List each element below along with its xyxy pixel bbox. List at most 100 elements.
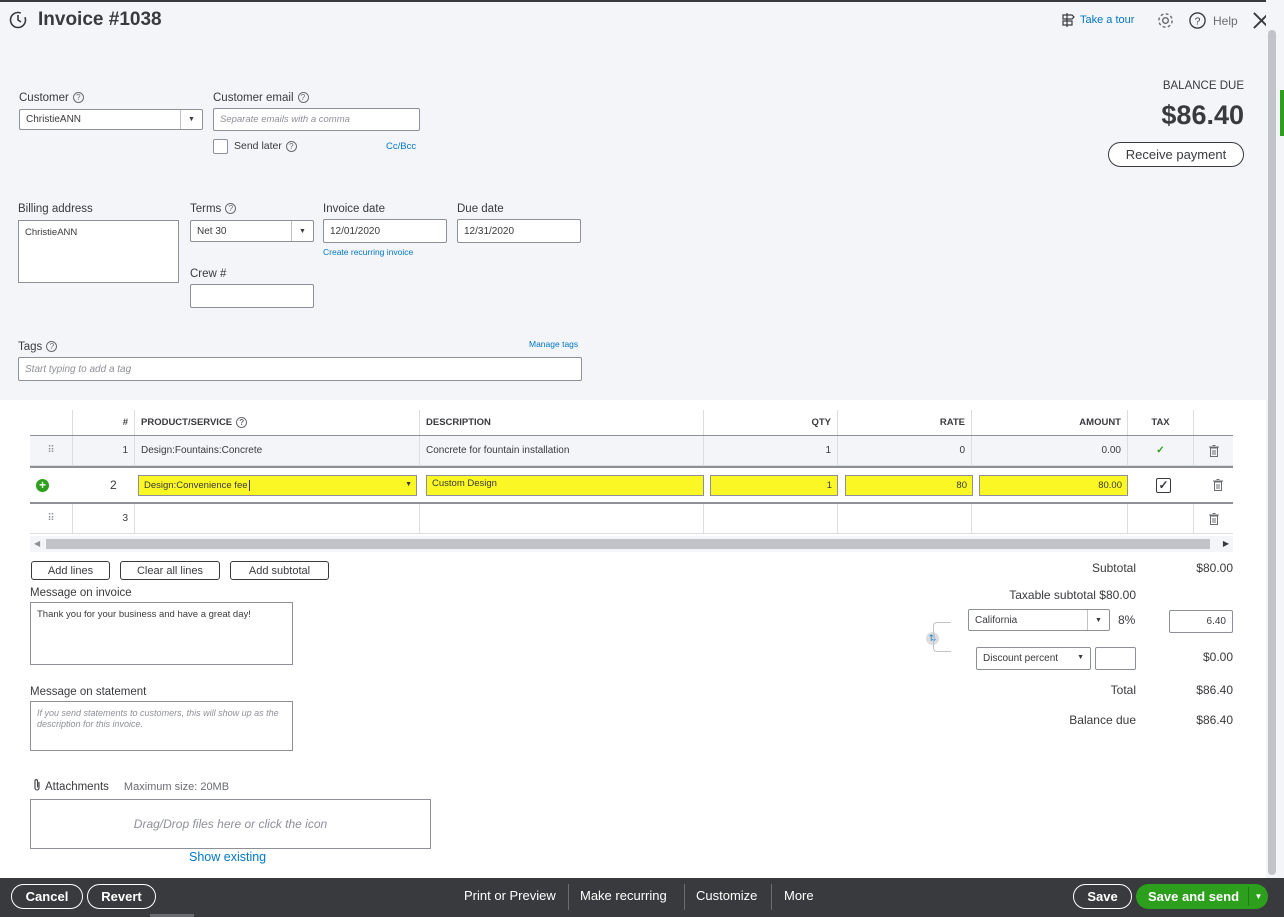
add-lines-button[interactable]: Add lines	[31, 561, 110, 580]
billing-address-label: Billing address	[18, 203, 93, 215]
discount-value-input[interactable]	[1095, 647, 1136, 670]
chevron-down-icon[interactable]: ▼	[291, 221, 313, 241]
drag-handle-icon[interactable]: ⠿	[30, 504, 73, 533]
save-and-send-label: Save and send	[1148, 889, 1240, 904]
message-invoice-label: Message on invoice	[30, 587, 132, 599]
receive-payment-button[interactable]: Receive payment	[1108, 142, 1244, 167]
tax-cell[interactable]	[1128, 504, 1194, 533]
tax-checkbox[interactable]: ✓	[1156, 478, 1171, 493]
clear-all-lines-button[interactable]: Clear all lines	[120, 561, 220, 580]
rate-col-header: RATE	[838, 410, 972, 435]
row-number: 2	[110, 478, 117, 492]
customize-button[interactable]: Customize	[696, 888, 757, 903]
footer-divider	[684, 884, 685, 910]
rate-cell[interactable]	[838, 504, 972, 533]
tax-col-header: TAX	[1128, 410, 1194, 435]
table-scrollbar-thumb[interactable]	[46, 539, 1210, 549]
description-input[interactable]: Custom Design	[426, 475, 704, 496]
terms-label: Terms?	[190, 203, 237, 215]
message-invoice-input[interactable]: Thank you for your business and have a g…	[30, 602, 293, 665]
description-cell[interactable]	[420, 504, 704, 533]
billing-address-input[interactable]: ChristieANN	[18, 220, 179, 283]
qty-cell[interactable]	[704, 504, 838, 533]
scrollbar-thumb[interactable]	[1268, 30, 1276, 875]
tax-rate: 8%	[1118, 613, 1136, 627]
add-subtotal-button[interactable]: Add subtotal	[230, 561, 329, 580]
amount-col-header: AMOUNT	[972, 410, 1128, 435]
product-cell[interactable]: Design:Fountains:Concrete	[135, 436, 420, 465]
table-header-row: # PRODUCT/SERVICE? DESCRIPTION QTY RATE …	[30, 410, 1233, 436]
trash-icon[interactable]	[1213, 479, 1223, 494]
description-col-header: DESCRIPTION	[420, 410, 704, 435]
attachments-max-size: Maximum size: 20MB	[123, 780, 230, 793]
manage-tags-link[interactable]: Manage tags	[529, 339, 578, 349]
discount-amount: $0.00	[1202, 650, 1233, 664]
chevron-down-icon[interactable]: ▼	[1087, 610, 1109, 630]
chevron-down-icon[interactable]: ▼	[180, 110, 202, 129]
trash-icon[interactable]	[1194, 436, 1233, 465]
create-recurring-link[interactable]: Create recurring invoice	[323, 247, 413, 257]
take-tour-link[interactable]: Take a tour	[1060, 12, 1134, 28]
taxable-subtotal: Taxable subtotal $80.00	[1009, 588, 1136, 602]
page-scrollbar[interactable]	[1266, 0, 1284, 878]
table-row[interactable]: ⠿ 1 Design:Fountains:Concrete Concrete f…	[30, 436, 1233, 466]
chevron-down-icon[interactable]: ▼	[1248, 887, 1268, 906]
chevron-down-icon[interactable]: ▼	[405, 481, 412, 488]
tax-region-select[interactable]: California ▼	[968, 609, 1110, 631]
save-button[interactable]: Save	[1073, 884, 1132, 909]
table-row[interactable]: + 2 Design:Convenience fee ▼ Custom Desi…	[30, 466, 1233, 504]
cancel-button[interactable]: Cancel	[11, 884, 83, 909]
show-existing-link[interactable]: Show existing	[189, 850, 266, 864]
take-tour-label: Take a tour	[1080, 14, 1135, 26]
message-statement-input[interactable]: If you send statements to customers, thi…	[30, 701, 293, 751]
send-later-checkbox[interactable]	[213, 139, 228, 154]
discount-type-select[interactable]: Discount percent ▼	[976, 647, 1091, 670]
drag-handle-icon[interactable]: ⠿	[30, 436, 73, 465]
product-col-header: PRODUCT/SERVICE?	[135, 410, 420, 435]
terms-select[interactable]: Net 30 ▼	[190, 220, 314, 242]
attachments-dropzone[interactable]: Drag/Drop files here or click the icon	[30, 799, 431, 849]
invoice-date-input[interactable]: 12/01/2020	[323, 219, 447, 243]
rate-cell[interactable]: 0	[838, 436, 972, 465]
make-recurring-button[interactable]: Make recurring	[580, 888, 667, 903]
tags-input[interactable]: Start typing to add a tag	[18, 357, 582, 381]
tax-amount-input[interactable]: 6.40	[1169, 610, 1233, 633]
scroll-right-icon[interactable]: ▶	[1223, 539, 1229, 548]
more-button[interactable]: More	[784, 888, 814, 903]
footer-divider	[568, 884, 569, 910]
crew-input[interactable]	[190, 284, 314, 308]
amount-input[interactable]: 80.00	[979, 475, 1128, 496]
chevron-down-icon[interactable]: ▼	[1077, 654, 1084, 661]
table-scrollbar[interactable]: ◀ ▶	[30, 536, 1233, 552]
help-button[interactable]: ? Help	[1188, 11, 1238, 30]
gear-icon[interactable]	[1156, 11, 1175, 33]
cc-bcc-link[interactable]: Cc/Bcc	[386, 141, 416, 152]
customer-email-label: Customer email?	[213, 92, 309, 104]
qty-cell[interactable]: 1	[704, 436, 838, 465]
description-cell[interactable]: Concrete for fountain installation	[420, 436, 704, 465]
discount-type-value: Discount percent	[983, 653, 1059, 664]
recent-transactions-icon[interactable]	[8, 10, 28, 33]
rate-input[interactable]: 80	[845, 475, 973, 496]
add-line-icon[interactable]: +	[36, 479, 49, 492]
due-date-input[interactable]: 12/31/2020	[457, 219, 581, 243]
product-select[interactable]: Design:Convenience fee ▼	[138, 475, 417, 496]
trash-icon[interactable]	[1194, 504, 1233, 533]
qty-input[interactable]: 1	[710, 475, 838, 496]
qty-col-header: QTY	[704, 410, 838, 435]
footer-divider	[771, 884, 772, 910]
customer-select[interactable]: ChristieANN ▼	[19, 109, 203, 130]
revert-button[interactable]: Revert	[87, 884, 156, 909]
amount-cell[interactable]	[972, 504, 1128, 533]
print-preview-button[interactable]: Print or Preview	[464, 888, 556, 903]
attachments-header: Attachments Maximum size: 20MB	[32, 778, 229, 795]
product-cell[interactable]	[135, 504, 420, 533]
table-row[interactable]: ⠿ 3	[30, 504, 1233, 534]
invoice-date-label: Invoice date	[323, 203, 386, 215]
customer-email-input[interactable]: Separate emails with a comma	[213, 108, 420, 131]
total-value: $86.40	[1196, 683, 1233, 697]
save-and-send-button[interactable]: Save and send ▼	[1136, 884, 1268, 909]
amount-cell[interactable]: 0.00	[972, 436, 1128, 465]
tax-check-icon[interactable]: ✓	[1128, 436, 1194, 465]
scroll-left-icon[interactable]: ◀	[34, 539, 40, 548]
